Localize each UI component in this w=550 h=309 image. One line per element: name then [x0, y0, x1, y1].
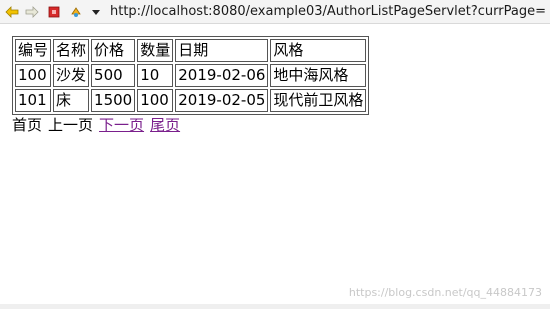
table-cell: 101 [15, 89, 52, 112]
back-arrow-icon[interactable] [4, 4, 20, 20]
table-cell: 2019-02-06 [175, 64, 269, 87]
table-cell: 100 [137, 89, 174, 112]
table-cell: 现代前卫风格 [270, 89, 367, 112]
header-cell-quantity: 数量 [137, 39, 174, 62]
forward-arrow-icon[interactable] [24, 4, 40, 20]
table-cell: 地中海风格 [270, 64, 367, 87]
table-row: 100 沙发 500 10 2019-02-06 地中海风格 [15, 64, 367, 87]
author-table: 编号 名称 价格 数量 日期 风格 100 沙发 500 10 2019-02-… [12, 36, 370, 115]
table-cell: 沙发 [53, 64, 90, 87]
header-cell-id: 编号 [15, 39, 52, 62]
browser-toolbar: http://localhost:8080/example03/AuthorLi… [0, 0, 550, 24]
dropdown-icon[interactable] [88, 4, 104, 20]
pagination: 首页 上一页 下一页 尾页 [12, 116, 369, 135]
table-row: 101 床 1500 100 2019-02-05 现代前卫风格 [15, 89, 367, 112]
pager-next-link[interactable]: 下一页 [99, 116, 144, 134]
page-content: 编号 名称 价格 数量 日期 风格 100 沙发 500 10 2019-02-… [12, 36, 370, 135]
table-cell: 2019-02-05 [175, 89, 269, 112]
table-cell: 10 [137, 64, 174, 87]
stop-icon[interactable] [46, 4, 62, 20]
table-cell: 1500 [91, 89, 136, 112]
table-cell: 100 [15, 64, 52, 87]
pager-last-link[interactable]: 尾页 [150, 116, 180, 134]
pager-prev-label: 上一页 [48, 116, 94, 134]
watermark: https://blog.csdn.net/qq_44884173 [348, 286, 542, 299]
header-cell-date: 日期 [175, 39, 269, 62]
table-cell: 床 [53, 89, 90, 112]
header-cell-price: 价格 [91, 39, 136, 62]
bottom-edge [0, 304, 550, 309]
table-cell: 500 [91, 64, 136, 87]
address-bar-url[interactable]: http://localhost:8080/example03/AuthorLi… [110, 3, 546, 21]
pager-first-label: 首页 [12, 116, 43, 134]
refresh-icon[interactable] [68, 4, 84, 20]
table-header-row: 编号 名称 价格 数量 日期 风格 [15, 39, 367, 62]
header-cell-style: 风格 [270, 39, 367, 62]
header-cell-name: 名称 [53, 39, 90, 62]
